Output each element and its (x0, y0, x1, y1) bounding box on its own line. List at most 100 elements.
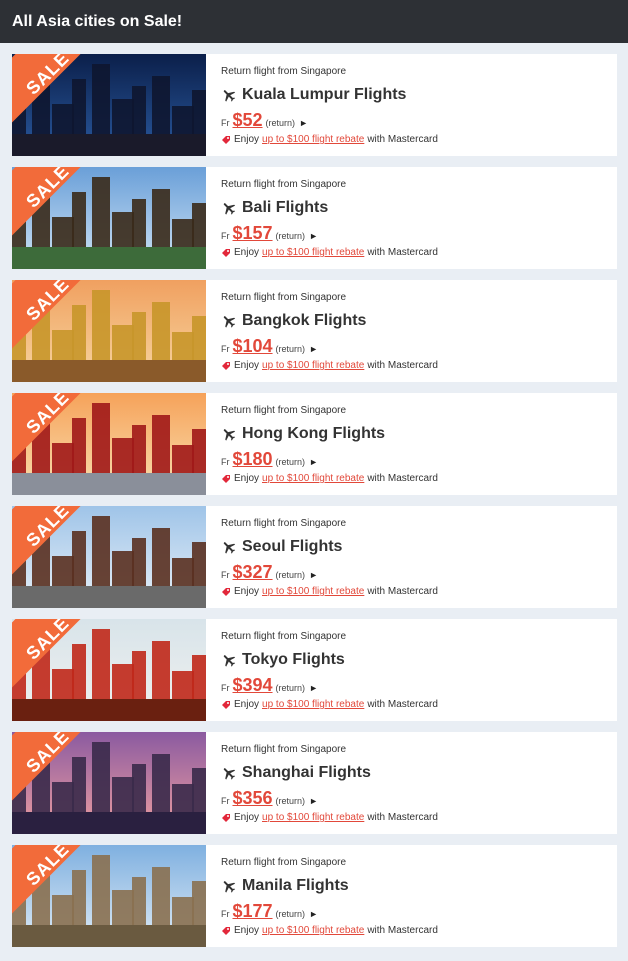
promo-prefix: Enjoy (234, 812, 260, 823)
price-link[interactable]: $356 (233, 788, 273, 809)
tag-icon (222, 926, 230, 935)
deal-title[interactable]: Manila Flights (242, 877, 349, 895)
promo-row: Enjoy up to $100 flight rebate with Mast… (221, 473, 617, 484)
promo-suffix: with Mastercard (367, 812, 438, 823)
return-label: (return) (275, 344, 306, 354)
promo-suffix: with Mastercard (367, 247, 438, 258)
promo-prefix: Enjoy (234, 134, 260, 145)
deal-title-row[interactable]: Bali Flights (221, 197, 617, 219)
city-thumbnail[interactable]: SALE (12, 732, 206, 834)
promo-link[interactable]: up to $100 flight rebate (262, 925, 364, 936)
deal-info: Return flight from Singapore Bali Flight… (206, 167, 617, 269)
promo-link[interactable]: up to $100 flight rebate (262, 812, 364, 823)
deal-title[interactable]: Shanghai Flights (242, 764, 371, 782)
city-thumbnail[interactable]: SALE (12, 280, 206, 382)
return-label: (return) (275, 231, 306, 241)
city-thumbnail[interactable]: SALE (12, 54, 206, 156)
deal-title[interactable]: Tokyo Flights (242, 651, 345, 669)
play-arrow-icon[interactable]: ► (309, 457, 318, 467)
deal-info: Return flight from Singapore Tokyo Fligh… (206, 619, 617, 721)
city-deal-card[interactable]: SALE Return flight from Singapore Kuala … (12, 54, 617, 156)
deal-info: Return flight from Singapore Shanghai Fl… (206, 732, 617, 834)
price-link[interactable]: $104 (233, 336, 273, 357)
promo-link[interactable]: up to $100 flight rebate (262, 473, 364, 484)
city-deal-card[interactable]: SALE Return flight from Singapore Seoul … (12, 506, 617, 608)
deal-title-row[interactable]: Hong Kong Flights (221, 423, 617, 445)
promo-prefix: Enjoy (234, 699, 260, 710)
play-arrow-icon[interactable]: ► (309, 909, 318, 919)
from-label: Fr (221, 796, 230, 806)
tag-icon (222, 474, 230, 483)
price-row: Fr $177 (return) ► (221, 901, 617, 923)
play-arrow-icon[interactable]: ► (309, 344, 318, 354)
deal-title[interactable]: Bangkok Flights (242, 312, 366, 330)
deal-subtitle: Return flight from Singapore (221, 405, 347, 416)
price-link[interactable]: $157 (233, 223, 273, 244)
city-deal-card[interactable]: SALE Return flight from Singapore Tokyo … (12, 619, 617, 721)
city-deal-card[interactable]: SALE Return flight from Singapore Manila… (12, 845, 617, 947)
deal-title-row[interactable]: Seoul Flights (221, 536, 617, 558)
plane-icon (223, 316, 236, 328)
promo-link[interactable]: up to $100 flight rebate (262, 699, 364, 710)
plane-icon (223, 203, 236, 215)
promo-link[interactable]: up to $100 flight rebate (262, 134, 364, 145)
play-arrow-icon[interactable]: ► (309, 796, 318, 806)
deal-subtitle: Return flight from Singapore (221, 631, 347, 642)
deal-title-row[interactable]: Kuala Lumpur Flights (221, 84, 617, 106)
deal-info: Return flight from Singapore Bangkok Fli… (206, 280, 617, 382)
price-row: Fr $180 (return) ► (221, 449, 617, 471)
play-arrow-icon[interactable]: ► (309, 231, 318, 241)
price-link[interactable]: $180 (233, 449, 273, 470)
city-thumbnail[interactable]: SALE (12, 845, 206, 947)
return-label: (return) (275, 796, 306, 806)
price-link[interactable]: $327 (233, 562, 273, 583)
city-deal-card[interactable]: SALE Return flight from Singapore Hong K… (12, 393, 617, 495)
price-link[interactable]: $177 (233, 901, 273, 922)
price-link[interactable]: $52 (233, 110, 263, 131)
city-deal-card[interactable]: SALE Return flight from Singapore Shangh… (12, 732, 617, 834)
promo-link[interactable]: up to $100 flight rebate (262, 586, 364, 597)
from-label: Fr (221, 457, 230, 467)
city-thumbnail[interactable]: SALE (12, 167, 206, 269)
deal-title-row[interactable]: Shanghai Flights (221, 762, 617, 784)
promo-link[interactable]: up to $100 flight rebate (262, 360, 364, 371)
deal-info: Return flight from Singapore Manila Flig… (206, 845, 617, 947)
deal-title[interactable]: Hong Kong Flights (242, 425, 385, 443)
return-label: (return) (275, 909, 306, 919)
plane-icon (223, 429, 236, 441)
city-deal-card[interactable]: SALE Return flight from Singapore Bangko… (12, 280, 617, 382)
return-label: (return) (275, 457, 306, 467)
page-title: All Asia cities on Sale! (12, 13, 183, 30)
price-row: Fr $356 (return) ► (221, 788, 617, 810)
from-label: Fr (221, 683, 230, 693)
price-row: Fr $104 (return) ► (221, 336, 617, 358)
deal-title-row[interactable]: Manila Flights (221, 875, 617, 897)
city-deal-card[interactable]: SALE Return flight from Singapore Bali F… (12, 167, 617, 269)
city-thumbnail[interactable]: SALE (12, 619, 206, 721)
play-arrow-icon[interactable]: ► (309, 570, 318, 580)
deal-title[interactable]: Bali Flights (242, 199, 328, 217)
price-row: Fr $394 (return) ► (221, 675, 617, 697)
deal-title[interactable]: Seoul Flights (242, 538, 342, 556)
promo-suffix: with Mastercard (367, 925, 438, 936)
city-thumbnail[interactable]: SALE (12, 506, 206, 608)
promo-row: Enjoy up to $100 flight rebate with Mast… (221, 360, 617, 371)
return-label: (return) (275, 683, 306, 693)
deal-title[interactable]: Kuala Lumpur Flights (242, 86, 406, 104)
play-arrow-icon[interactable]: ► (299, 118, 308, 128)
promo-suffix: with Mastercard (367, 473, 438, 484)
deal-title-row[interactable]: Tokyo Flights (221, 649, 617, 671)
promo-prefix: Enjoy (234, 360, 260, 371)
city-thumbnail[interactable]: SALE (12, 393, 206, 495)
deal-title-row[interactable]: Bangkok Flights (221, 310, 617, 332)
price-link[interactable]: $394 (233, 675, 273, 696)
promo-prefix: Enjoy (234, 925, 260, 936)
deal-info: Return flight from Singapore Seoul Fligh… (206, 506, 617, 608)
play-arrow-icon[interactable]: ► (309, 683, 318, 693)
from-label: Fr (221, 909, 230, 919)
plane-icon (223, 655, 236, 667)
plane-icon (223, 90, 236, 102)
promo-suffix: with Mastercard (367, 360, 438, 371)
page-header: All Asia cities on Sale! (0, 0, 628, 43)
promo-link[interactable]: up to $100 flight rebate (262, 247, 364, 258)
